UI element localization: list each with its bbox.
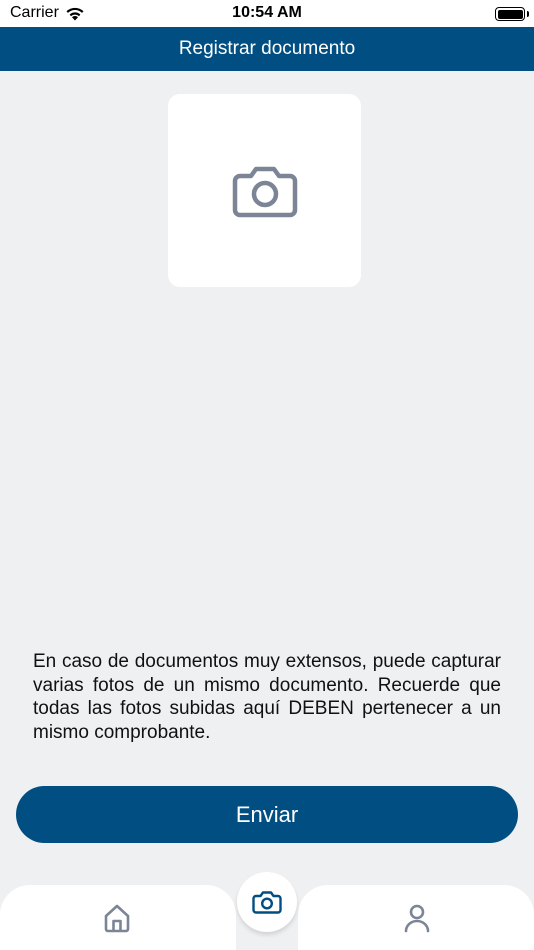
camera-icon	[232, 166, 297, 217]
instructions-text: En caso de documentos muy extensos, pued…	[33, 651, 501, 743]
add-photo-button[interactable]	[168, 94, 361, 287]
battery-icon	[495, 7, 525, 21]
tab-camera[interactable]	[237, 872, 297, 932]
tab-home[interactable]	[101, 902, 133, 934]
status-time: 10:54 AM	[232, 4, 302, 21]
send-button[interactable]: Enviar	[16, 786, 518, 843]
camera-icon	[252, 891, 282, 914]
home-icon	[104, 904, 130, 933]
tab-bar	[0, 872, 534, 950]
page-title: Registrar documento	[178, 38, 356, 59]
user-icon	[404, 904, 430, 933]
tab-profile[interactable]	[401, 902, 433, 934]
nav-bar: Registrar documento	[0, 27, 534, 71]
status-bar: Carrier 10:54 AM	[0, 0, 534, 27]
